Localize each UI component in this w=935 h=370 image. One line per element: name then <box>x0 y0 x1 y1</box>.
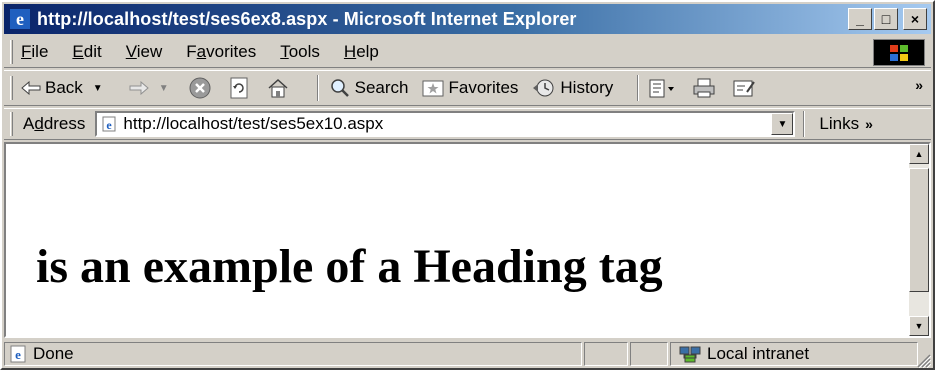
address-input[interactable] <box>123 114 764 134</box>
stop-icon <box>189 77 211 99</box>
home-button[interactable] <box>267 78 293 98</box>
close-button[interactable]: × <box>903 8 927 30</box>
status-text: Done <box>33 344 74 363</box>
minimize-button[interactable]: _ <box>848 8 872 30</box>
print-icon <box>693 78 715 98</box>
page-done-icon: e <box>10 345 26 363</box>
svg-text:e: e <box>16 9 24 29</box>
status-text-pane: e Done <box>4 342 582 366</box>
favorites-icon <box>422 78 444 98</box>
page-icon: e <box>102 116 116 132</box>
svg-text:e: e <box>15 347 21 362</box>
edit-button[interactable] <box>733 78 759 98</box>
menu-tools[interactable]: Tools <box>280 42 320 62</box>
menu-grip[interactable] <box>10 39 13 64</box>
scroll-up-button[interactable]: ▲ <box>909 144 929 164</box>
status-pane <box>630 342 668 366</box>
favorites-button[interactable]: Favorites <box>422 78 518 98</box>
menu-view[interactable]: View <box>126 42 163 62</box>
menu-help[interactable]: Help <box>344 42 379 62</box>
mail-icon <box>649 78 675 98</box>
forward-button[interactable]: ▼ <box>129 81 175 95</box>
address-label: Address <box>23 114 86 133</box>
toolbar-separator <box>316 75 319 101</box>
links-more-chevron[interactable]: » <box>865 116 873 132</box>
window-title: http://localhost/test/ses6ex8.aspx - Mic… <box>37 8 577 29</box>
browser-window: e http://localhost/test/ses6ex8.aspx - M… <box>0 0 935 370</box>
home-icon <box>267 78 289 98</box>
forward-dropdown-icon[interactable]: ▼ <box>159 83 169 94</box>
links-button[interactable]: Links » <box>819 114 872 134</box>
maximize-button[interactable]: □ <box>874 8 898 30</box>
security-zone-label: Local intranet <box>707 344 810 363</box>
vertical-scrollbar[interactable]: ▲ ▼ <box>909 144 929 336</box>
stop-button[interactable] <box>189 77 215 99</box>
ie-logo-icon: e <box>10 9 30 29</box>
security-zone-pane[interactable]: Local intranet <box>670 342 918 366</box>
window-controls: _ □ × <box>848 8 927 30</box>
mail-button[interactable] <box>649 78 679 98</box>
address-field[interactable]: e ▼ <box>95 111 796 137</box>
menu-edit[interactable]: Edit <box>72 42 101 62</box>
scroll-thumb[interactable] <box>909 168 929 292</box>
status-pane <box>584 342 628 366</box>
local-intranet-icon <box>679 346 701 363</box>
back-arrow-icon <box>21 81 41 95</box>
title-bar: e http://localhost/test/ses6ex8.aspx - M… <box>4 4 931 34</box>
status-bar: e Done Local intranet <box>4 340 931 368</box>
print-button[interactable] <box>693 78 719 98</box>
page-content: is an example of a Heading tag ▲ ▼ <box>4 142 931 338</box>
edit-icon <box>733 78 756 98</box>
refresh-button[interactable] <box>229 77 253 99</box>
menu-favorites[interactable]: Favorites <box>186 42 256 62</box>
address-bar: Address e ▼ Links » <box>4 108 931 140</box>
address-grip[interactable] <box>10 112 13 136</box>
address-dropdown-button[interactable]: ▼ <box>771 113 794 135</box>
back-dropdown-icon[interactable]: ▼ <box>93 83 103 94</box>
search-icon <box>329 78 351 98</box>
svg-text:e: e <box>107 118 113 132</box>
toolbar-grip[interactable] <box>10 76 13 100</box>
standard-toolbar: Back ▼ ▼ Search Favorites History » <box>4 70 931 106</box>
windows-logo-icon <box>873 39 925 66</box>
menu-file[interactable]: File <box>21 42 48 62</box>
history-button[interactable]: History <box>532 78 613 98</box>
search-button[interactable]: Search <box>329 78 408 98</box>
address-separator <box>803 111 806 137</box>
forward-arrow-icon <box>129 81 149 95</box>
resize-grip-icon[interactable] <box>915 352 931 368</box>
refresh-icon <box>229 77 249 99</box>
menu-bar: File Edit View Favorites Tools Help <box>4 36 931 68</box>
scroll-down-button[interactable]: ▼ <box>909 316 929 336</box>
toolbar-separator <box>637 75 640 101</box>
page-heading: is an example of a Heading tag <box>36 240 663 293</box>
back-button[interactable]: Back ▼ <box>21 78 115 98</box>
history-icon <box>532 78 556 98</box>
toolbar-more-chevron[interactable]: » <box>915 77 923 93</box>
